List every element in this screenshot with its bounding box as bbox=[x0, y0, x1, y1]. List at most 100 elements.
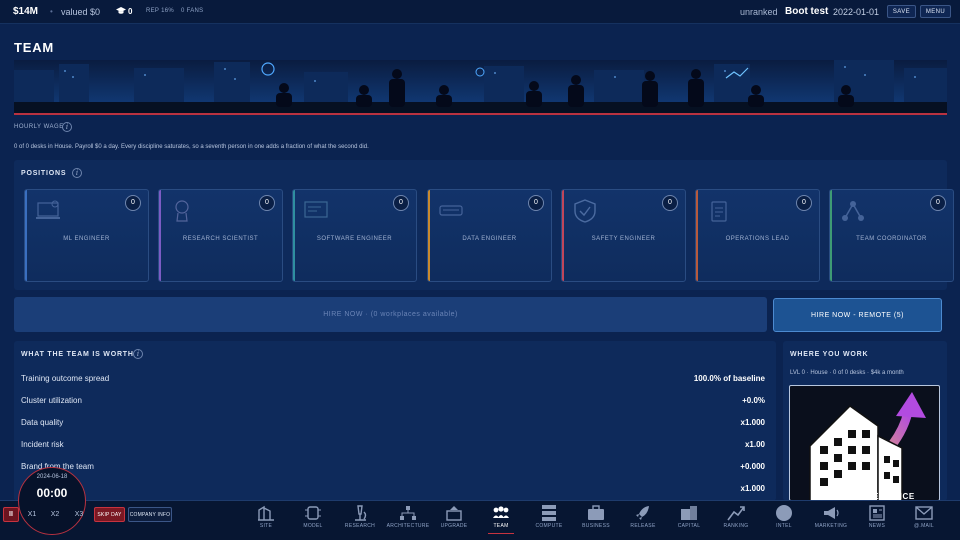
stat-row: x1.000 bbox=[21, 482, 765, 494]
newspaper-icon bbox=[869, 505, 885, 521]
nav-team[interactable]: TEAM bbox=[478, 500, 524, 540]
position-card-data-engineer[interactable]: 0 DATA ENGINEER bbox=[427, 189, 552, 282]
position-card-research-scientist[interactable]: 0 RESEARCH SCIENTIST bbox=[158, 189, 283, 282]
server-icon bbox=[542, 505, 556, 521]
company-info-button[interactable]: COMPANY INFO bbox=[128, 507, 172, 522]
speed-x3-button[interactable]: X3 bbox=[70, 507, 88, 522]
team-icon bbox=[493, 506, 509, 518]
position-card-operations-lead[interactable]: 0 OPERATIONS LEAD bbox=[695, 189, 820, 282]
nav-research[interactable]: RESEARCH bbox=[337, 500, 383, 540]
hourly-wage-label: HOURLY WAGE bbox=[14, 124, 64, 130]
stat-value: 100.0% of baseline bbox=[693, 373, 765, 383]
nav-mail[interactable]: @.MAIL bbox=[901, 500, 947, 540]
graduation-cap-icon bbox=[116, 6, 126, 17]
position-card-team-coordinator[interactable]: 0 TEAM COORDINATOR bbox=[829, 189, 954, 282]
office-building-icon bbox=[809, 392, 926, 500]
upgrade-icon bbox=[446, 506, 462, 521]
nav-model[interactable]: MODEL bbox=[290, 500, 336, 540]
nav-compute[interactable]: COMPUTE bbox=[526, 500, 572, 540]
nav-news[interactable]: NEWS bbox=[854, 500, 900, 540]
upgrade-office-image[interactable]: UPGRADE THE OFFICE bbox=[789, 385, 940, 501]
stat-value: x1.00 bbox=[744, 439, 765, 449]
menu-button[interactable]: MENU bbox=[920, 5, 951, 18]
rocket-icon bbox=[636, 506, 649, 520]
position-label: SAFETY ENGINEER bbox=[591, 236, 656, 242]
stat-row: Training outcome spread 100.0% of baseli… bbox=[21, 372, 765, 384]
stat-label: Incident risk bbox=[21, 439, 64, 449]
hire-remote-button[interactable]: HIRE NOW - REMOTE (5) bbox=[773, 298, 942, 332]
data-pipes-icon bbox=[439, 205, 463, 216]
save-button[interactable]: SAVE bbox=[887, 5, 916, 18]
nav-intel[interactable]: INTEL bbox=[761, 500, 807, 540]
page-title: TEAM bbox=[14, 40, 55, 55]
info-icon[interactable]: i bbox=[133, 349, 143, 359]
stat-label: Training outcome spread bbox=[21, 373, 110, 383]
network-icon bbox=[842, 201, 864, 221]
position-card-software-engineer[interactable]: 0 SOFTWARE ENGINEER bbox=[292, 189, 417, 282]
capital-icon bbox=[681, 506, 697, 520]
team-worth-title: WHAT THE TEAM IS WORTH bbox=[21, 351, 134, 358]
clock-time: 00:00 bbox=[36, 486, 68, 500]
positions-title: POSITIONS bbox=[21, 170, 67, 177]
architecture-icon bbox=[400, 506, 416, 520]
valuation-text: valued $0 bbox=[61, 7, 101, 17]
model-icon bbox=[305, 506, 321, 520]
pause-button[interactable]: II bbox=[3, 507, 19, 522]
nav-site[interactable]: SITE bbox=[243, 500, 289, 540]
info-icon[interactable]: i bbox=[72, 168, 82, 178]
nav-release[interactable]: RELEASE bbox=[620, 500, 666, 540]
separator-dot: • bbox=[50, 7, 53, 16]
workplace-subtitle: LVL 0 · House · 0 of 0 desks · $4k a mon… bbox=[790, 370, 904, 376]
info-icon[interactable]: i bbox=[62, 122, 72, 132]
nav-capital[interactable]: CAPITAL bbox=[666, 500, 712, 540]
reputation-text: REP 16% bbox=[146, 8, 175, 14]
speed-x2-button[interactable]: X2 bbox=[46, 507, 64, 522]
nav-upgrade[interactable]: UPGRADE bbox=[431, 500, 477, 540]
nav-ranking[interactable]: RANKING bbox=[713, 500, 759, 540]
mail-icon bbox=[915, 506, 933, 520]
hire-onsite-button[interactable]: HIRE NOW · (0 workplaces available) bbox=[14, 297, 767, 332]
position-label: OPERATIONS LEAD bbox=[725, 236, 790, 242]
skip-day-button[interactable]: SKIP DAY bbox=[94, 507, 125, 522]
stat-value: +0.000 bbox=[740, 461, 765, 471]
compute-count: 0 bbox=[128, 7, 133, 16]
position-label: DATA ENGINEER bbox=[462, 236, 517, 242]
nav-architecture[interactable]: ARCHITECTURE bbox=[385, 500, 431, 540]
nav-business[interactable]: BUSINESS bbox=[573, 500, 619, 540]
position-count: 0 bbox=[393, 195, 409, 211]
position-label: TEAM COORDINATOR bbox=[856, 236, 927, 242]
position-count: 0 bbox=[662, 195, 678, 211]
workplace-title: WHERE YOU WORK bbox=[790, 351, 869, 358]
speed-x1-button[interactable]: X1 bbox=[23, 507, 41, 522]
stat-label: Data quality bbox=[21, 417, 64, 427]
stat-row: Brand from the team +0.000 bbox=[21, 460, 765, 472]
position-count: 0 bbox=[796, 195, 812, 211]
stat-value: x1.000 bbox=[740, 417, 765, 427]
megaphone-icon bbox=[824, 507, 839, 519]
microscope-icon bbox=[355, 505, 367, 521]
position-label: SOFTWARE ENGINEER bbox=[316, 236, 393, 242]
company-name: Boot test bbox=[785, 6, 829, 17]
position-count: 0 bbox=[528, 195, 544, 211]
trophy-icon bbox=[175, 200, 189, 222]
position-count: 0 bbox=[125, 195, 141, 211]
game-date: 2022-01-01 bbox=[833, 7, 880, 17]
stat-value: x1.000 bbox=[740, 483, 765, 493]
site-icon bbox=[258, 505, 274, 521]
clipboard-icon bbox=[711, 201, 727, 222]
nav-marketing[interactable]: MARKETING bbox=[808, 500, 854, 540]
position-card-ml-engineer[interactable]: 0 ML ENGINEER bbox=[24, 189, 149, 282]
cash-amount: $14M bbox=[13, 6, 39, 17]
team-banner-image bbox=[14, 60, 947, 115]
position-label: RESEARCH SCIENTIST bbox=[182, 236, 259, 242]
rank-text: unranked bbox=[740, 7, 778, 17]
position-label: ML ENGINEER bbox=[63, 236, 110, 242]
position-card-safety-engineer[interactable]: 0 SAFETY ENGINEER bbox=[561, 189, 686, 282]
stat-row: Cluster utilization +0.0% bbox=[21, 394, 765, 406]
ranking-icon bbox=[727, 506, 745, 521]
clock-date: 2024-06-18 bbox=[36, 474, 68, 480]
fans-text: 0 FANS bbox=[181, 8, 204, 14]
nav-label: @.MAIL bbox=[914, 523, 934, 529]
position-count: 0 bbox=[259, 195, 275, 211]
intel-icon bbox=[776, 505, 792, 521]
